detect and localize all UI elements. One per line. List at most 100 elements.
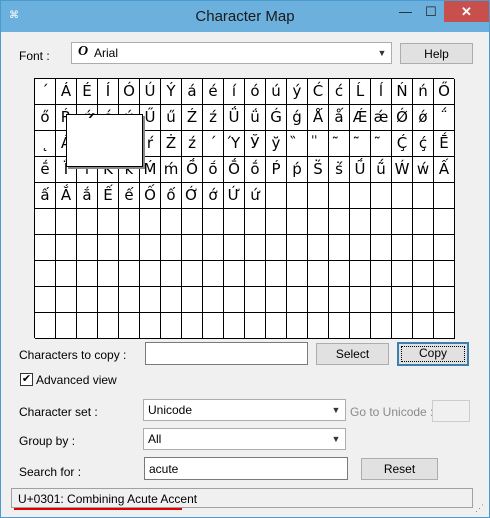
character-cell[interactable] [413,235,434,261]
character-cell[interactable]: ấ [35,183,56,209]
character-cell[interactable] [98,287,119,313]
character-cell[interactable]: ź [203,105,224,131]
character-cell[interactable] [140,209,161,235]
character-cell[interactable]: ú [266,79,287,105]
reset-button[interactable]: Reset [361,458,438,480]
character-cell[interactable]: ṹ [371,157,392,183]
character-cell[interactable] [287,261,308,287]
character-cell[interactable]: ớ [203,183,224,209]
character-cell[interactable] [308,261,329,287]
character-cell[interactable]: Ḉ [392,131,413,157]
character-cell[interactable] [371,183,392,209]
character-cell[interactable] [140,287,161,313]
character-cell[interactable] [245,209,266,235]
character-cell[interactable] [161,313,182,339]
character-cell[interactable]: Ṓ [224,157,245,183]
character-cell[interactable] [98,313,119,339]
character-cell[interactable]: ű [161,105,182,131]
copy-button[interactable]: Copy [397,342,469,366]
character-cell[interactable]: ắ [77,183,98,209]
character-cell[interactable]: Ṍ [182,157,203,183]
character-cell[interactable] [287,209,308,235]
character-cell[interactable] [119,235,140,261]
minimize-button[interactable]: — [393,1,418,22]
character-cell[interactable] [308,183,329,209]
character-cell[interactable] [392,209,413,235]
character-cell[interactable] [56,235,77,261]
character-cell[interactable]: á [182,79,203,105]
character-cell[interactable] [350,209,371,235]
character-cell[interactable]: ǻ [329,105,350,131]
character-cell[interactable]: É [77,79,98,105]
character-cell[interactable]: ṕ [287,157,308,183]
character-cell[interactable]: Ǿ [392,105,413,131]
character-cell[interactable]: ў [266,131,287,157]
search-input[interactable]: acute [144,457,348,480]
character-cell[interactable]: Ў [245,131,266,157]
character-cell[interactable]: Ớ [182,183,203,209]
character-cell[interactable]: ő [35,105,56,131]
character-cell[interactable] [434,261,455,287]
character-cell[interactable] [140,235,161,261]
character-cell[interactable]: Ĺ [350,79,371,105]
character-cell[interactable]: ź [182,131,203,157]
character-cell[interactable] [287,235,308,261]
character-cell[interactable]: ĺ [371,79,392,105]
character-cell[interactable]: ẃ [413,157,434,183]
character-cell[interactable] [329,235,350,261]
character-cell[interactable]: ố [161,183,182,209]
character-cell[interactable]: ̏ [287,131,308,157]
character-cell[interactable]: Ṥ [308,157,329,183]
character-cell[interactable] [392,235,413,261]
character-cell[interactable] [371,235,392,261]
character-cell[interactable] [434,235,455,261]
character-cell[interactable]: ṥ [329,157,350,183]
character-cell[interactable]: ḉ [413,131,434,157]
character-cell[interactable] [266,183,287,209]
character-cell[interactable] [434,183,455,209]
character-cell[interactable]: Ź [182,105,203,131]
character-cell[interactable] [371,261,392,287]
character-cell[interactable] [119,313,140,339]
character-cell[interactable] [224,235,245,261]
character-cell[interactable] [161,261,182,287]
character-cell[interactable] [35,313,56,339]
character-cell[interactable] [35,261,56,287]
character-cell[interactable] [392,313,413,339]
font-dropdown[interactable]: O Arial ▼ [71,42,392,64]
character-cell[interactable]: Ú [140,79,161,105]
character-cell[interactable] [434,209,455,235]
character-cell[interactable] [413,183,434,209]
character-cell[interactable]: Ő [434,79,455,105]
character-cell[interactable] [329,313,350,339]
character-cell[interactable] [35,209,56,235]
character-cell[interactable] [77,261,98,287]
group-by-dropdown[interactable]: All ▼ [143,428,346,450]
character-cell[interactable] [245,235,266,261]
character-cell[interactable]: Ṹ [350,157,371,183]
character-cell[interactable]: ǿ [413,105,434,131]
character-cell[interactable]: ế [119,183,140,209]
character-cell[interactable]: ḿ [161,157,182,183]
characters-to-copy-input[interactable] [145,342,308,365]
character-cell[interactable] [413,287,434,313]
character-cell[interactable] [182,313,203,339]
character-cell[interactable] [266,209,287,235]
character-cell[interactable]: Ế [98,183,119,209]
character-cell[interactable] [182,261,203,287]
character-cell[interactable]: Ć [308,79,329,105]
character-cell[interactable] [161,209,182,235]
character-cell[interactable]: ǽ [371,105,392,131]
character-cell[interactable]: ˛ [35,131,56,157]
character-cell[interactable] [413,313,434,339]
character-cell[interactable]: Ż [161,131,182,157]
go-to-unicode-input[interactable] [432,400,470,422]
advanced-view-checkbox[interactable]: ✔ [20,373,33,386]
character-cell[interactable] [77,235,98,261]
character-cell[interactable]: Ǽ [350,105,371,131]
character-cell[interactable] [140,313,161,339]
character-cell[interactable]: Ṕ [266,157,287,183]
character-cell[interactable] [119,261,140,287]
character-cell[interactable]: ń [413,79,434,105]
character-cell[interactable]: Ó [119,79,140,105]
